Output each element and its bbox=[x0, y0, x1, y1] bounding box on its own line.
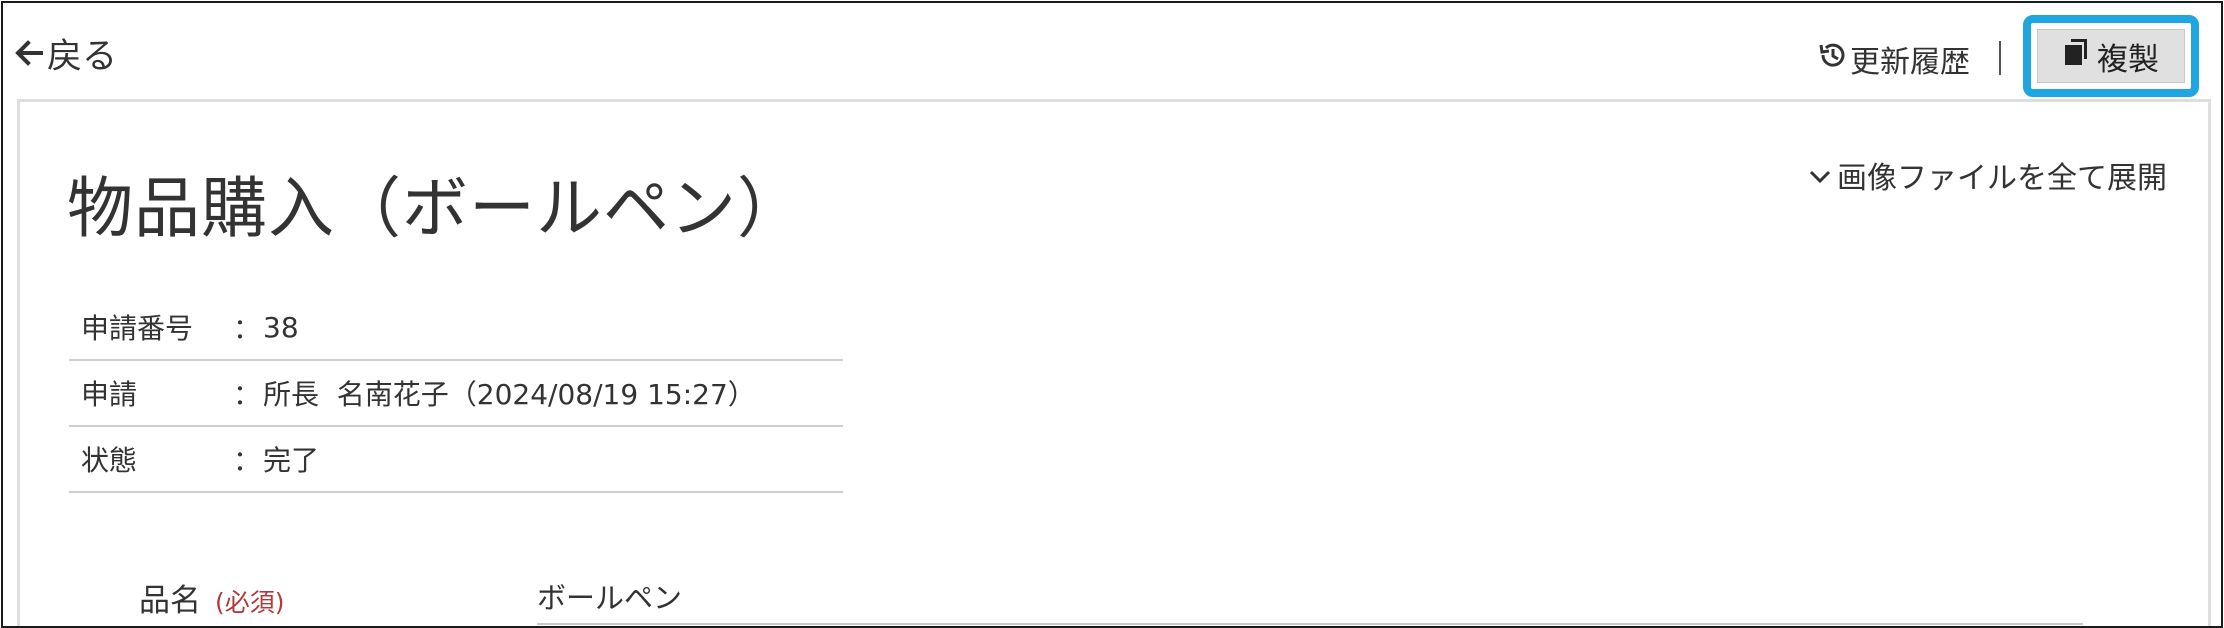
info-row-number: 申請番号 ： 38 bbox=[69, 295, 843, 361]
info-value: 完了 bbox=[263, 444, 320, 477]
chevron-down-icon bbox=[1809, 158, 1837, 193]
item-name-label: 品名 (必須) bbox=[139, 575, 285, 620]
history-icon bbox=[1818, 41, 1850, 77]
item-name-underline bbox=[537, 623, 2083, 625]
copy-button[interactable]: 複製 bbox=[2037, 29, 2185, 83]
top-bar: 戻る 更新履歴 複製 bbox=[3, 3, 2221, 99]
arrow-left-icon bbox=[15, 40, 43, 66]
back-label: 戻る bbox=[47, 36, 118, 77]
expand-images-link[interactable]: 画像ファイルを全て展開 bbox=[1809, 153, 2167, 197]
page-title: 物品購入（ボールペン） bbox=[67, 170, 804, 247]
copy-icon bbox=[2063, 37, 2097, 75]
info-key: 申請 bbox=[81, 378, 138, 411]
item-name-value: ボールペン bbox=[537, 581, 683, 615]
info-value: 38 bbox=[263, 310, 299, 344]
app-frame: 戻る 更新履歴 複製 画像ファイルを全て展開 物品購入（ボールペン） 申請番号 … bbox=[1, 1, 2223, 628]
info-table: 申請番号 ： 38 申請 ： 所長 名南花子（2024/08/19 15:27）… bbox=[69, 295, 843, 493]
info-colon: ： bbox=[233, 444, 262, 477]
info-row-status: 状態 ： 完了 bbox=[69, 427, 843, 493]
info-value: 所長 名南花子（2024/08/19 15:27） bbox=[263, 378, 756, 411]
item-name-label-text: 品名 bbox=[139, 583, 201, 619]
info-row-applicant: 申請 ： 所長 名南花子（2024/08/19 15:27） bbox=[69, 361, 843, 427]
expand-images-label: 画像ファイルを全て展開 bbox=[1837, 161, 2167, 196]
toolbar-separator bbox=[1999, 41, 2001, 75]
info-key: 申請番号 bbox=[81, 312, 194, 345]
copy-label: 複製 bbox=[2097, 41, 2159, 78]
info-key: 状態 bbox=[81, 444, 138, 477]
history-label: 更新履歴 bbox=[1850, 45, 1970, 80]
info-colon: ： bbox=[233, 378, 262, 411]
history-link[interactable]: 更新履歴 bbox=[1818, 37, 1970, 81]
required-mark: (必須) bbox=[215, 588, 285, 617]
back-link[interactable]: 戻る bbox=[15, 31, 117, 77]
info-colon: ： bbox=[233, 312, 262, 345]
